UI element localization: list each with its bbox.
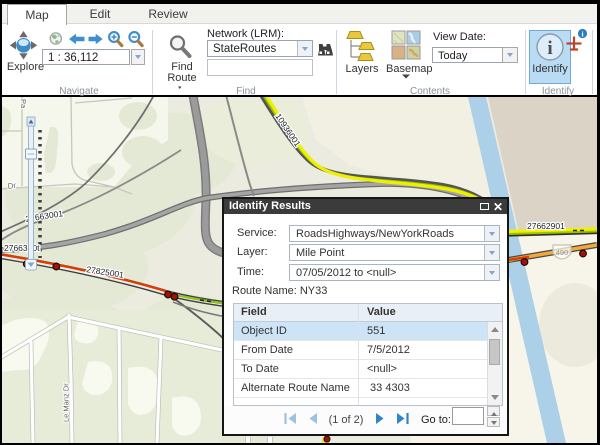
svg-text:(1 of 2): (1 of 2) — [329, 414, 364, 426]
svg-text:Go to:: Go to: — [421, 414, 451, 426]
svg-text:Dr: Dr — [7, 181, 17, 191]
svg-text:2766310t: 2766310t — [4, 243, 40, 253]
svg-text:490: 490 — [556, 248, 569, 257]
svg-text:i: i — [581, 30, 583, 39]
svg-text:27662901: 27662901 — [527, 221, 565, 231]
svg-text:Le Manz Dr: Le Manz Dr — [62, 383, 71, 422]
svg-text:Pa: Pa — [19, 99, 28, 109]
